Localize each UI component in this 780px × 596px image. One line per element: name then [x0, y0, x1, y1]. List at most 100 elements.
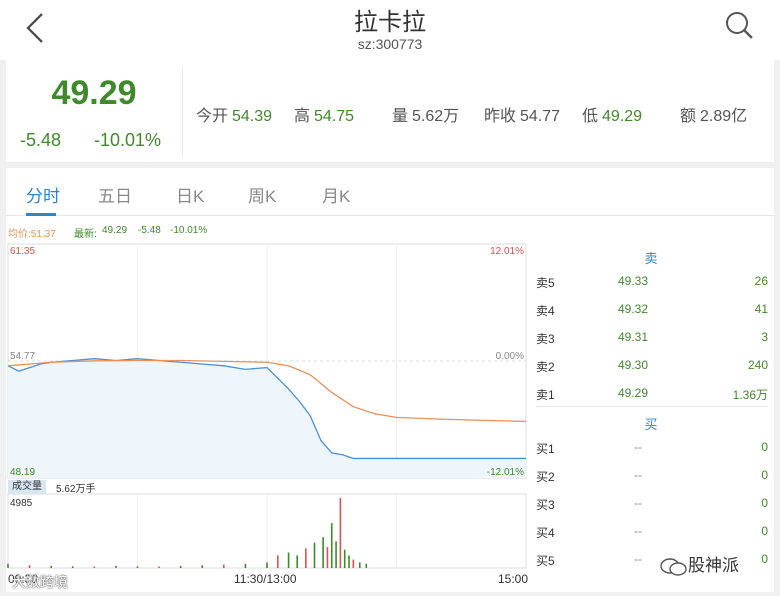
stat-label: 额	[680, 108, 697, 125]
stat-value: 5.62万	[412, 108, 460, 125]
volume-bar	[339, 498, 342, 568]
watermark-left: 大数跨境	[12, 574, 68, 590]
stat-value: 54.75	[314, 108, 355, 125]
buy-qty: 0	[761, 496, 768, 510]
sell-label: 卖5	[536, 276, 555, 290]
volume-bar	[359, 562, 361, 568]
sell-qty: 1.36万	[732, 388, 768, 402]
stat-label: 今开	[196, 108, 229, 125]
buy-row: 买1 -- 0	[536, 440, 768, 462]
sell-header: 卖	[644, 251, 658, 266]
buy-header: 买	[644, 417, 658, 432]
sell-price: 49.30	[618, 358, 649, 372]
stat-value: 49.29	[602, 108, 643, 125]
sell-price: 49.31	[618, 330, 649, 344]
price-area-fill	[8, 358, 526, 478]
volume-bar	[71, 566, 74, 568]
sell-label: 卖1	[536, 388, 555, 402]
buy-label: 买1	[536, 442, 555, 456]
current-price: 49.29	[51, 74, 137, 112]
stat-item: 量 5.62万	[392, 102, 459, 126]
buy-row: 买3 -- 0	[536, 496, 768, 518]
volume-bar	[326, 546, 329, 568]
volume-bar	[330, 523, 333, 568]
price-change-pct: -10.01%	[94, 130, 162, 150]
sell-price: 49.33	[618, 274, 649, 288]
x-label-midday: 11:30/13:00	[234, 572, 297, 586]
volume-bar	[348, 555, 350, 568]
sell-qty: 41	[754, 302, 768, 316]
sell-row: 卖1 49.29 1.36万	[536, 386, 768, 408]
stock-name: 拉卡拉	[354, 9, 426, 36]
stat-label: 量	[392, 108, 409, 125]
buy-price: --	[634, 468, 642, 482]
volume-bar	[201, 565, 204, 568]
volume-bar	[322, 537, 324, 568]
y-label-right-top: 12.01%	[490, 246, 524, 257]
sell-qty: 26	[754, 274, 768, 288]
sell-price: 49.32	[618, 302, 649, 316]
buy-price: --	[634, 440, 642, 454]
order-book: 卖 买 卖5 49.33 26 卖4 49.32 41 卖3 49.31 3 卖2 49.30 240…	[528, 246, 774, 592]
volume-bar	[158, 566, 160, 568]
intraday-chart[interactable]: 61.35 54.77 48.19 12.01% 0.00% -12.01%	[6, 168, 528, 592]
y-label-right-bottom: -12.01%	[487, 467, 524, 478]
volume-bar	[223, 564, 225, 568]
stat-label: 高	[294, 108, 311, 125]
buy-qty: 0	[761, 524, 768, 538]
sell-label: 卖4	[536, 304, 555, 318]
sell-label: 卖3	[536, 332, 555, 346]
volume-bar	[50, 565, 52, 568]
buy-label: 买4	[536, 526, 555, 540]
volume-bar	[276, 555, 279, 568]
volume-bar	[305, 548, 307, 568]
sell-row: 卖2 49.30 240	[536, 358, 768, 380]
volume-bar	[244, 563, 247, 568]
buy-price: --	[634, 496, 642, 510]
sell-price: 49.29	[618, 386, 649, 400]
stat-item: 高 54.75	[294, 102, 354, 126]
header-bar: 拉卡拉 sz:300773	[0, 0, 780, 60]
stat-label: 昨收	[484, 108, 517, 125]
volume-bar	[365, 563, 368, 568]
volume-bar	[266, 562, 268, 568]
y-label-top: 61.35	[10, 246, 35, 257]
stat-value: 54.39	[232, 108, 273, 125]
divider	[182, 68, 183, 156]
sell-row: 卖3 49.31 3	[536, 330, 768, 352]
buy-qty: 0	[761, 468, 768, 482]
volume-bar	[28, 565, 31, 568]
sell-label: 卖2	[536, 360, 555, 374]
stat-value: 2.89亿	[700, 108, 748, 125]
volume-bar	[287, 552, 290, 568]
volume-bar	[296, 555, 299, 568]
stock-code: sz:300773	[357, 36, 423, 52]
volume-unit: 5.62万手	[56, 484, 96, 495]
sell-qty: 240	[747, 358, 768, 372]
volume-label: 成交量	[8, 480, 46, 494]
wechat-icon	[660, 557, 687, 576]
volume-bar	[352, 559, 355, 568]
price-change: -5.48	[20, 130, 62, 150]
search-icon[interactable]	[722, 8, 756, 42]
watermark-right-text: 股神派	[688, 556, 739, 575]
volume-bar	[7, 563, 9, 568]
sell-row: 卖4 49.32 41	[536, 302, 768, 324]
sell-qty: 3	[761, 330, 768, 344]
y-label-bottom: 48.19	[10, 467, 35, 478]
stat-item: 今开 54.39	[196, 102, 272, 126]
chart-panel: 分时 五日 日K 周K 月K 均价:51.37 最新: 49.29 -5.48 …	[6, 168, 774, 592]
sell-row: 卖5 49.33 26	[536, 274, 768, 296]
buy-qty: 0	[761, 552, 768, 566]
stat-item: 昨收 54.77	[484, 102, 560, 126]
buy-price: --	[634, 552, 642, 566]
buy-label: 买5	[536, 554, 555, 568]
buy-row: 买2 -- 0	[536, 468, 768, 490]
y-label-right-mid: 0.00%	[496, 351, 524, 362]
quote-summary: 49.29 -5.48 -10.01% 今开 54.39 高 54.75 量 5.62万 昨…	[6, 60, 774, 162]
buy-label: 买2	[536, 470, 555, 484]
volume-max-label: 4985	[10, 498, 33, 509]
buy-row: 买4 -- 0	[536, 524, 768, 546]
buy-qty: 0	[761, 440, 768, 454]
y-label-mid: 54.77	[10, 351, 35, 362]
